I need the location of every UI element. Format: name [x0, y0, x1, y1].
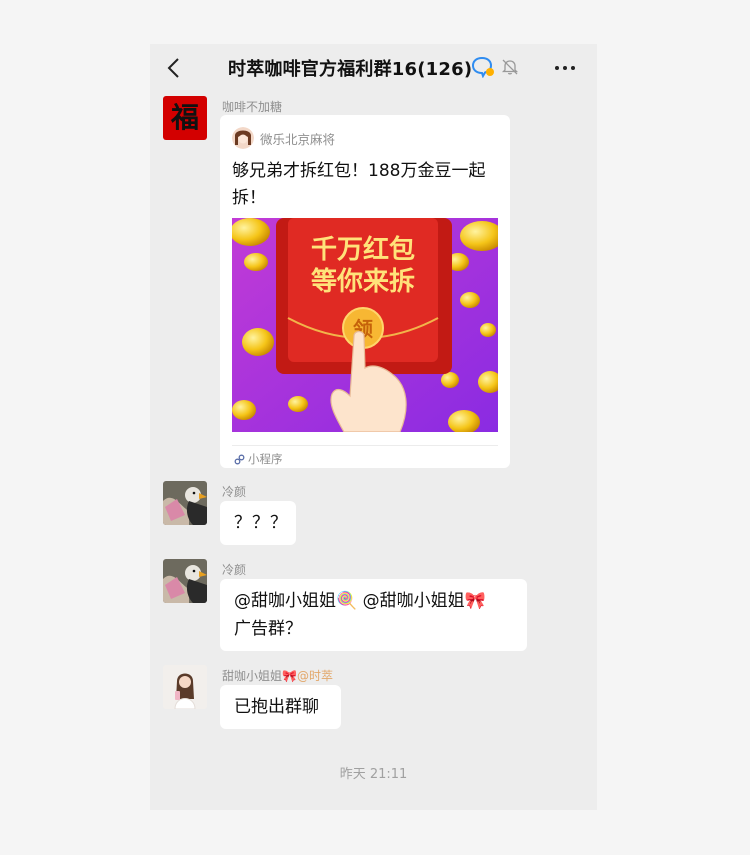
mini-program-label: 小程序 [248, 452, 283, 466]
card-source: 微乐北京麻将 [260, 132, 336, 147]
sender-name: 咖啡不加糖 [222, 100, 283, 114]
mini-program-label-row: 小程序 [234, 451, 283, 467]
sender-name: 甜咖小姐姐🎀 [222, 669, 297, 683]
card-divider [232, 445, 498, 446]
turkey-avatar-image [163, 559, 207, 603]
source-avatar [232, 127, 254, 149]
message-text-line: 广告群？ [234, 619, 302, 639]
message-bubble[interactable]: @甜咖小姐姐🍭 @甜咖小姐姐🎀 广告群？ [220, 579, 527, 651]
card-title: 够兄弟才拆红包！188万金豆一起拆！ [232, 161, 486, 208]
message-bubble[interactable]: 已抱出群聊 [220, 685, 341, 729]
more-icon[interactable] [551, 54, 579, 82]
girl-avatar-image [163, 665, 207, 709]
timestamp: 昨天 21:11 [339, 767, 408, 782]
packet-line-1: 千万红包 [311, 234, 415, 265]
chat-header: 时萃咖啡官方福利群16(126) [150, 44, 597, 94]
mute-bell-icon [501, 59, 519, 75]
back-icon[interactable] [164, 55, 184, 81]
message-text: ？？？ [234, 513, 288, 533]
avatar[interactable] [163, 559, 207, 603]
avatar[interactable] [163, 665, 207, 709]
red-packet-image: 千万红包 等你来拆 领 [232, 218, 498, 432]
sender-name: 冷颜 [222, 485, 247, 499]
chat-title: 时萃咖啡官方福利群16(126) [228, 59, 473, 80]
sender-name: 冷颜 [222, 563, 247, 577]
message-text-line: @甜咖小姐姐🍭 @甜咖小姐姐🎀 [234, 591, 486, 611]
mini-program-card[interactable]: 微乐北京麻将 够兄弟才拆红包！188万金豆一起拆！ 千万红包 等你来拆 领 小程… [220, 115, 510, 468]
message-bubble[interactable]: ？？？ [220, 501, 296, 545]
mini-program-icon [234, 454, 245, 465]
avatar-fu-glyph: 福 [170, 101, 199, 134]
avatar[interactable]: 福 [163, 96, 207, 140]
turkey-avatar-image [163, 481, 207, 525]
message-text: 已抱出群聊 [234, 697, 319, 717]
avatar[interactable] [163, 481, 207, 525]
group-chat-icon [471, 56, 494, 78]
packet-line-2: 等你来拆 [311, 266, 415, 297]
chat-screen: 时萃咖啡官方福利群16(126) 福 咖啡不加糖 微乐北京麻将 够兄弟才拆红包！… [150, 44, 597, 810]
sender-name-row: 甜咖小姐姐🎀@时萃 [222, 667, 333, 684]
sender-mention-tag: @时萃 [296, 669, 333, 683]
